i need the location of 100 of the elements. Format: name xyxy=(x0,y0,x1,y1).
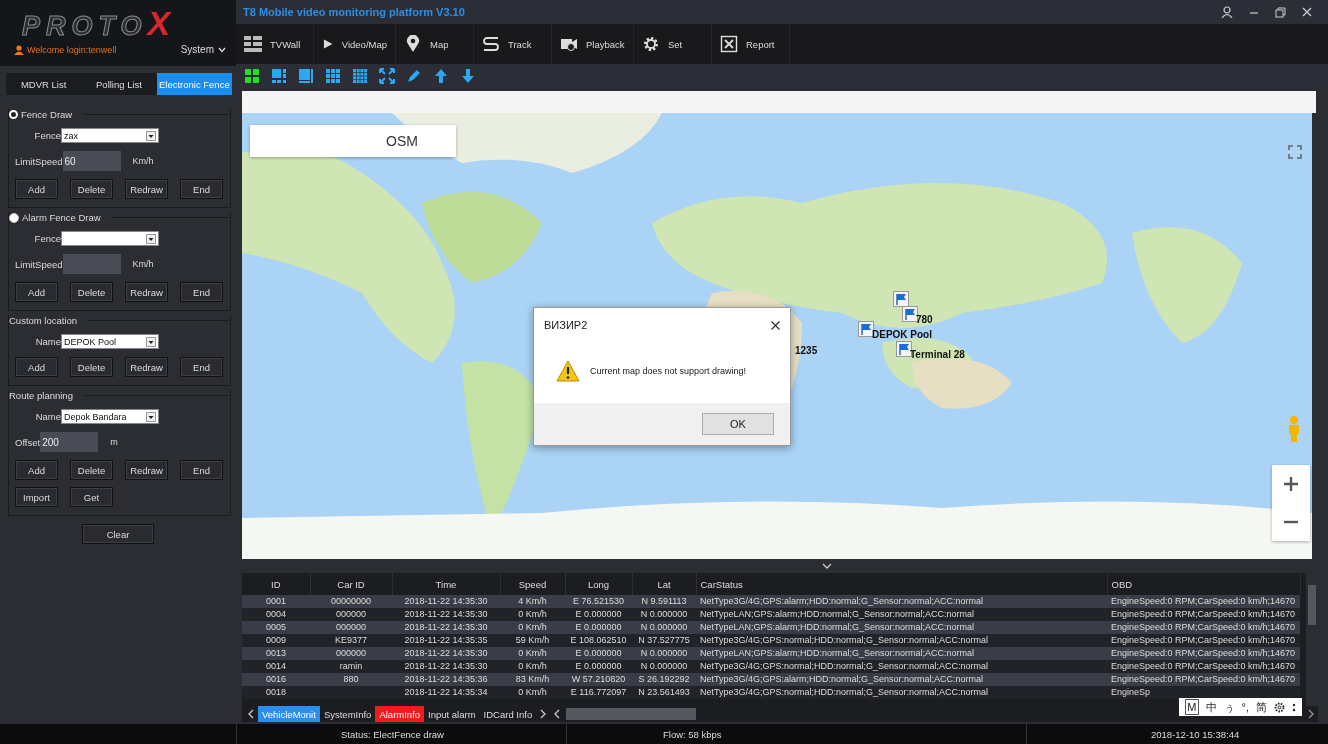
marker-label: Terminal 28 xyxy=(910,349,965,360)
clock-text: 2018-12-10 15:38:44 xyxy=(1026,724,1328,744)
panel-button[interactable]: End xyxy=(180,357,223,377)
panel-button[interactable]: Delete xyxy=(70,179,113,199)
panel-button[interactable]: End xyxy=(180,282,223,302)
layout-icon[interactable] xyxy=(298,68,314,84)
clear-button[interactable]: Clear xyxy=(82,524,154,544)
input-field[interactable]: 60 xyxy=(62,151,121,171)
dialog-message: Current map does not support drawing! xyxy=(590,366,747,376)
chevron-down-icon xyxy=(218,46,226,53)
layout-icon[interactable] xyxy=(271,68,287,84)
fullscreen-icon[interactable] xyxy=(1288,145,1302,159)
grid-icon[interactable] xyxy=(352,68,368,84)
panel-button[interactable]: Delete xyxy=(70,460,113,480)
chevron-right-icon[interactable] xyxy=(540,709,547,719)
table-cell: 2018-11-22 14:35:30 xyxy=(392,660,500,673)
column-header[interactable]: CarStatus xyxy=(696,573,1107,595)
panel-button[interactable]: End xyxy=(180,179,223,199)
column-header[interactable]: Car ID xyxy=(310,573,392,595)
settings-icon xyxy=(642,35,660,53)
system-menu[interactable]: System xyxy=(180,44,226,55)
input-field[interactable]: 200 xyxy=(40,432,99,452)
grid-icon[interactable] xyxy=(325,68,341,84)
table-cell: 000000 xyxy=(310,621,392,634)
close-icon[interactable] xyxy=(771,320,780,330)
panel-button[interactable]: Redraw xyxy=(125,460,168,480)
group-title: Route planning xyxy=(9,390,73,401)
panel-button[interactable]: Get xyxy=(70,487,113,507)
zoom-in-icon[interactable] xyxy=(1284,477,1298,491)
bottom-tab[interactable]: AlarmInfo xyxy=(375,706,425,722)
table-cell: NetType3G/4G;GPS:alarm;HDD:normal;G_Sensor:normal;ACC:normal xyxy=(696,595,1107,608)
flag-icon[interactable] xyxy=(858,321,874,337)
field-label: Name xyxy=(34,336,61,347)
radio-button[interactable] xyxy=(9,212,19,223)
table-cell: NetType3G/4G;GPS:alarm;HDD:normal;G_Sensor:normal;ACC:normal xyxy=(696,673,1107,686)
table-cell: NetType3G/4G;GPS:normal;HDD:normal;G_Sensor:normal;ACC:normal xyxy=(696,686,1107,699)
restore-icon[interactable] xyxy=(1275,6,1286,18)
table-cell: W 57.210820 xyxy=(565,673,632,686)
table-cell: E 116.772097 xyxy=(565,686,632,699)
chevron-left-icon[interactable] xyxy=(248,709,254,719)
more-icon[interactable] xyxy=(1292,701,1296,713)
map-source-panel[interactable]: OSM xyxy=(250,125,456,157)
window-title: T8 Mobile video monitoring platform V3.10 xyxy=(243,6,465,18)
status-text: Status: ElectFence draw xyxy=(236,724,566,744)
ime-key[interactable]: 中 xyxy=(1205,700,1217,714)
dropdown[interactable]: zax xyxy=(61,128,159,143)
table-cell: EngineSpeed:0 RPM;CarSpeed:0 km/h;14670 xyxy=(1107,608,1300,621)
table-cell: E 0.000000 xyxy=(565,608,632,621)
scrollbar[interactable] xyxy=(566,708,697,720)
chevron-right-icon[interactable] xyxy=(1308,709,1314,719)
column-header[interactable]: Lat xyxy=(632,573,696,595)
panel-button[interactable]: Redraw xyxy=(125,179,168,199)
table-cell: N 0.000000 xyxy=(632,660,696,673)
table-cell: 0 Km/h xyxy=(500,686,565,699)
table-cell: 0 Km/h xyxy=(500,621,565,634)
table-cell: 83 Km/h xyxy=(500,673,565,686)
arrow-up-icon[interactable] xyxy=(433,68,449,84)
panel-button[interactable]: Delete xyxy=(70,282,113,302)
field-label: LimitSpeed xyxy=(15,155,63,167)
panel-button[interactable]: Redraw xyxy=(125,357,168,377)
panel-button[interactable]: Delete xyxy=(70,357,113,377)
pen-icon[interactable] xyxy=(406,68,422,84)
panel-button[interactable]: Redraw xyxy=(125,282,168,302)
table-cell: E 0.000000 xyxy=(565,621,632,634)
grid-icon xyxy=(244,35,262,53)
column-header[interactable]: Time xyxy=(392,573,500,595)
grid-icon[interactable] xyxy=(244,68,260,84)
table-cell: 2018-11-22 14:35:36 xyxy=(392,673,500,686)
marker-label: 1235 xyxy=(795,345,818,356)
user-icon xyxy=(14,44,24,55)
panel-button[interactable]: Add xyxy=(15,460,58,480)
column-header[interactable]: Speed xyxy=(500,573,565,595)
ime-key[interactable]: M xyxy=(1185,699,1199,715)
input-field[interactable] xyxy=(62,254,121,274)
panel-button[interactable]: Import xyxy=(15,487,58,507)
panel-button[interactable]: End xyxy=(180,460,223,480)
panel-button[interactable]: Add xyxy=(15,282,58,302)
dropdown[interactable] xyxy=(61,231,159,246)
column-header[interactable]: OBD xyxy=(1107,573,1300,595)
marker-label: DEPOK Pool xyxy=(872,329,932,340)
dropdown[interactable]: DEPOK Pool xyxy=(61,334,159,349)
chevron-left-icon[interactable] xyxy=(554,709,561,719)
panel-button[interactable]: Add xyxy=(15,357,58,377)
ime-key[interactable]: ぅ xyxy=(1223,700,1235,714)
ok-button[interactable]: OK xyxy=(702,413,774,435)
arrow-down-icon[interactable] xyxy=(460,68,476,84)
dropdown[interactable]: Depok Bandara xyxy=(61,409,159,424)
table-cell: NetType3G/4G;GPS:normal;HDD:normal;G_Sensor:normal;ACC:normal xyxy=(696,660,1107,673)
ime-key[interactable]: °, xyxy=(1241,700,1249,714)
ime-key[interactable]: 简 xyxy=(1256,700,1267,714)
welcome-text: Welcome login:tenwell xyxy=(27,44,117,55)
user-icon[interactable] xyxy=(1221,6,1233,18)
column-header[interactable]: Long xyxy=(565,573,632,595)
settings-icon[interactable] xyxy=(1274,701,1285,713)
table-cell: 000000 xyxy=(310,608,392,621)
column-header[interactable]: ID xyxy=(242,573,310,595)
fullscreen-icon[interactable] xyxy=(379,68,395,84)
table-cell: NetTypeLAN;GPS:alarm;HDD:normal;G_Sensor:normal;ACC:normal xyxy=(696,608,1107,621)
panel-button[interactable]: Add xyxy=(15,179,58,199)
chevron-down-icon[interactable] xyxy=(822,563,832,569)
